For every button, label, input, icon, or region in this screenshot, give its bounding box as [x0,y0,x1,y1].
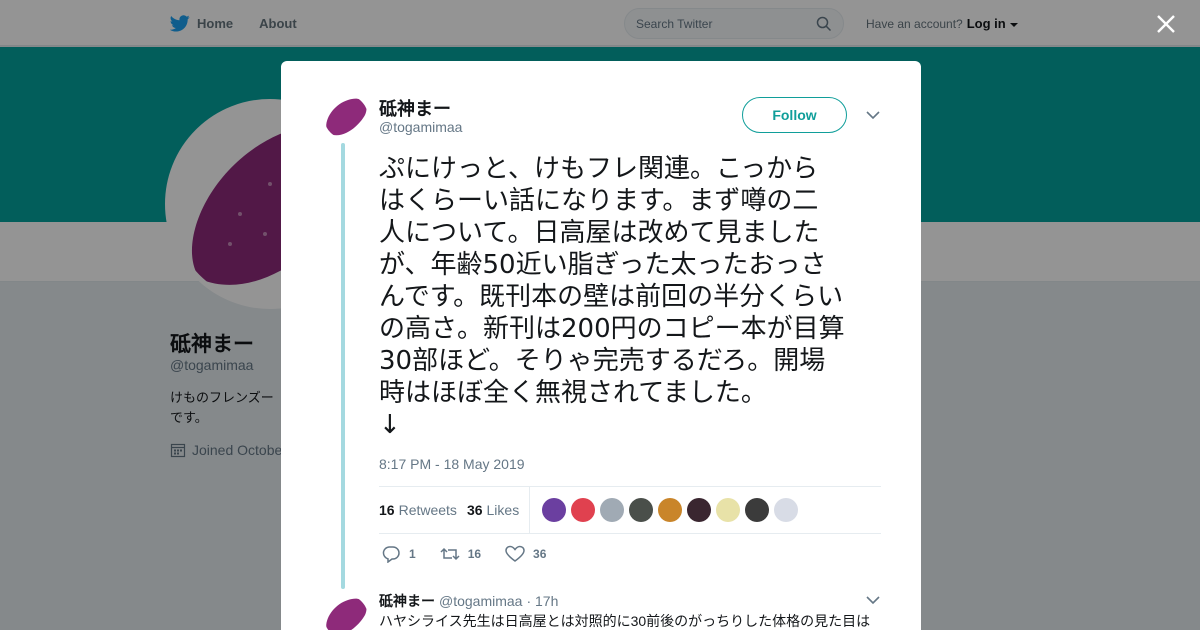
tweet-permalink-modal: 砥神まー @togamimaa Follow ぷにけっと、けもフレ関連。こっから… [281,61,921,630]
tweet-actions: 1 16 36 [381,545,570,563]
liker-avatar[interactable] [542,498,567,522]
likes-count: 36 [466,502,483,518]
stats-divider [529,486,531,534]
follow-button[interactable]: Follow [742,97,847,133]
liker-avatar[interactable] [774,498,799,522]
liker-avatar[interactable] [658,498,683,522]
reply-button[interactable]: 1 [381,545,416,563]
reply-author-handle[interactable]: @togamimaa [439,593,522,609]
retweets-count: 16 [379,502,395,518]
reply-icon [382,546,400,563]
reply-author-avatar[interactable] [324,595,368,630]
reply-header: 砥神まー @togamimaa · 17h [379,591,558,611]
heart-icon [505,545,525,562]
likes-stat[interactable]: 36 Likes [467,502,519,518]
reply-count: 1 [409,547,416,561]
liker-avatar[interactable] [629,498,654,522]
chevron-down-icon[interactable] [866,595,880,605]
tweet-author-name[interactable]: 砥神まー [379,95,451,121]
retweet-icon [440,547,460,561]
sweet-potato-avatar-image [324,95,368,139]
retweet-count: 16 [467,547,482,561]
tweet-author-avatar[interactable] [324,95,368,139]
liker-avatar[interactable] [716,498,741,522]
like-button[interactable]: 36 [505,545,546,563]
tweet-stats: 16 Retweets 36 Likes [379,486,881,534]
tweet-author-handle[interactable]: @togamimaa [379,119,462,135]
liker-avatar[interactable] [687,498,712,522]
like-count: 36 [533,547,547,561]
tweet-text: ぷにけっと、けもフレ関連。こっから はくらーい話になります。まず噂の二 人につい… [379,154,845,440]
liker-avatar[interactable] [571,498,596,522]
retweet-button[interactable]: 16 [440,545,481,563]
tweet-timestamp[interactable]: 8:17 PM - 18 May 2019 [379,456,525,472]
chevron-down-icon[interactable] [866,110,880,120]
liker-avatars [542,498,799,522]
sweet-potato-avatar-image [324,595,368,630]
reply-age[interactable]: · 17h [526,593,558,609]
reply-text: ハヤシライス先生は日高屋とは対照的に30前後のがっちりした体格の見た目は [379,613,871,629]
thread-connector-line [341,143,345,589]
liker-avatar[interactable] [600,498,625,522]
liker-avatar[interactable] [745,498,770,522]
likes-label: Likes [486,502,520,518]
reply-author-name[interactable]: 砥神まー [379,591,435,611]
retweets-label: Retweets [398,502,457,518]
close-icon[interactable] [1154,12,1178,36]
retweets-stat[interactable]: 16 Retweets [379,502,457,518]
